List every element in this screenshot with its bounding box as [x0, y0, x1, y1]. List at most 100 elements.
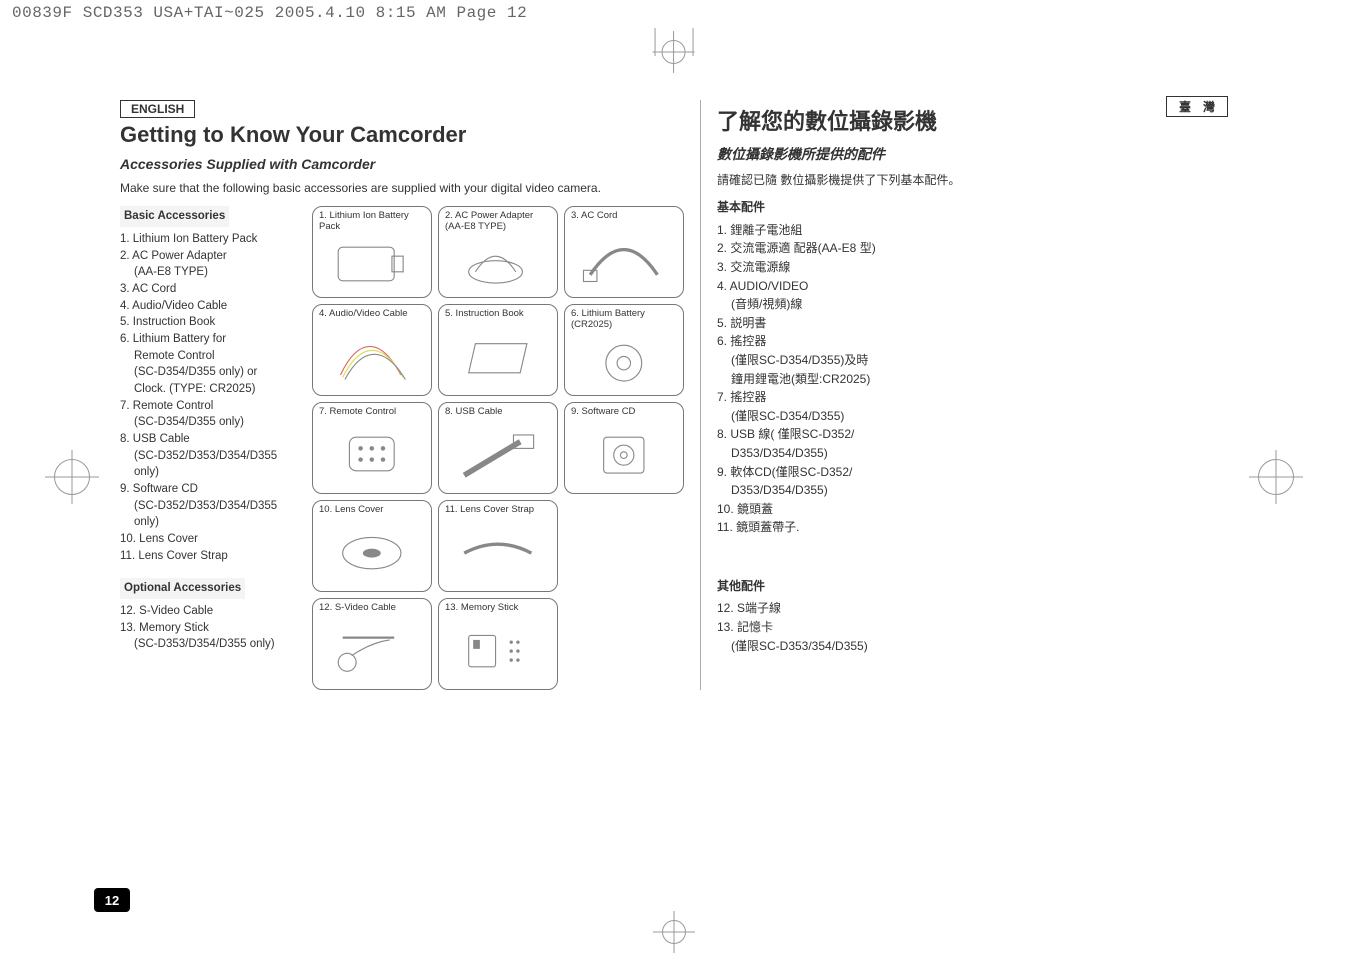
- list-item: 10. 鏡頭蓋: [717, 500, 1228, 519]
- list-item: (SC-D354/D355 only): [120, 414, 300, 431]
- thumb-illustration: [319, 234, 425, 293]
- title-taiwan: 了解您的數位攝錄影機: [717, 104, 1228, 136]
- thumb-illustration: [319, 322, 425, 392]
- accessory-thumb: 4. Audio/Video Cable: [312, 304, 432, 396]
- thumb-caption: 3. AC Cord: [571, 211, 677, 221]
- lead-english: Make sure that the following basic acces…: [120, 180, 684, 196]
- accessory-thumb: 11. Lens Cover Strap: [438, 500, 558, 592]
- subtitle-english: Accessories Supplied with Camcorder: [120, 154, 684, 174]
- list-item: only): [120, 464, 300, 481]
- thumb-caption: 11. Lens Cover Strap: [445, 505, 551, 515]
- list-item: 4. AUDIO/VIDEO: [717, 277, 1228, 296]
- list-item: (SC-D352/D353/D354/D355: [120, 448, 300, 465]
- thumb-illustration: [571, 332, 677, 391]
- list-item: (SC-D354/D355 only) or: [120, 364, 300, 381]
- list-item: 12. S-Video Cable: [120, 603, 300, 620]
- crop-mark-bottom: [662, 920, 686, 944]
- list-item: Remote Control: [120, 348, 300, 365]
- accessory-thumb: 1. Lithium Ion Battery Pack: [312, 206, 432, 298]
- list-item: 10. Lens Cover: [120, 531, 300, 548]
- imposition-line: 00839F SCD353 USA+TAI~025 2005.4.10 8:15…: [0, 0, 1348, 26]
- list-item: 1. 鋰離子電池組: [717, 221, 1228, 240]
- thumb-caption: 9. Software CD: [571, 407, 677, 417]
- list-item: (僅限SC-D353/354/D355): [717, 637, 1228, 656]
- content-area: ENGLISH Getting to Know Your Camcorder A…: [120, 100, 1228, 894]
- accessory-thumb: 6. Lithium Battery (CR2025): [564, 304, 684, 396]
- list-item: 2. AC Power Adapter: [120, 248, 300, 265]
- thumb-illustration: [445, 234, 551, 293]
- list-item: 7. 搖控器: [717, 388, 1228, 407]
- thumb-caption: 13. Memory Stick: [445, 603, 551, 613]
- list-item: (AA-E8 TYPE): [120, 264, 300, 281]
- accessory-thumb: 5. Instruction Book: [438, 304, 558, 396]
- basic-accessories-list-zh: 基本配件 1. 鋰離子電池組2. 交流電源適 配器(AA-E8 型)3. 交流電…: [717, 198, 1228, 655]
- lead-taiwan: 請確認已隨 數位攝影機提供了下列基本配件。: [717, 172, 1228, 188]
- thumb-illustration: [571, 420, 677, 490]
- title-english: Getting to Know Your Camcorder: [120, 122, 684, 148]
- registration-mark-right: [1258, 459, 1294, 495]
- list-item: 12. S端子線: [717, 599, 1228, 618]
- list-item: D353/D354/D355): [717, 444, 1228, 463]
- list-item: 4. Audio/Video Cable: [120, 298, 300, 315]
- optional-heading-en: Optional Accessories: [120, 578, 245, 599]
- list-item: (僅限SC-D354/D355): [717, 407, 1228, 426]
- list-item: Clock. (TYPE: CR2025): [120, 381, 300, 398]
- list-item: 8. USB 線( 僅限SC-D352/: [717, 425, 1228, 444]
- list-item: D353/D354/D355): [717, 481, 1228, 500]
- list-item: 7. Remote Control: [120, 398, 300, 415]
- accessory-thumb: 10. Lens Cover: [312, 500, 432, 592]
- thumb-illustration: [445, 518, 551, 588]
- thumb-illustration: [319, 420, 425, 490]
- list-item: (僅限SC-D354/D355)及時: [717, 351, 1228, 370]
- list-item: 3. AC Cord: [120, 281, 300, 298]
- list-item: 11. 鏡頭蓋帶子.: [717, 518, 1228, 537]
- thumb-illustration: [319, 518, 425, 588]
- thumb-caption: 8. USB Cable: [445, 407, 551, 417]
- thumb-illustration: [445, 616, 551, 686]
- accessory-thumb: 3. AC Cord: [564, 206, 684, 298]
- accessory-thumb: 9. Software CD: [564, 402, 684, 494]
- manual-page: 00839F SCD353 USA+TAI~025 2005.4.10 8:15…: [0, 0, 1348, 954]
- basic-heading-en: Basic Accessories: [120, 206, 229, 227]
- accessory-thumbnails: 1. Lithium Ion Battery Pack 2. AC Power A…: [312, 206, 684, 690]
- basic-accessories-list-en: Basic Accessories 1. Lithium Ion Battery…: [120, 206, 300, 653]
- list-item: 6. 搖控器: [717, 332, 1228, 351]
- list-item: 9. Software CD: [120, 481, 300, 498]
- thumb-caption: 2. AC Power Adapter (AA-E8 TYPE): [445, 211, 551, 232]
- list-item: 9. 軟体CD(僅限SC-D352/: [717, 463, 1228, 482]
- accessory-thumb: 12. S-Video Cable: [312, 598, 432, 690]
- subtitle-taiwan: 數位攝錄影機所提供的配件: [717, 142, 1228, 166]
- list-item: only): [120, 514, 300, 531]
- thumb-illustration: [571, 224, 677, 294]
- thumb-caption: 4. Audio/Video Cable: [319, 309, 425, 319]
- list-item: (SC-D353/D354/D355 only): [120, 636, 300, 653]
- list-item: 3. 交流電源線: [717, 258, 1228, 277]
- registration-mark-left: [54, 459, 90, 495]
- list-item: 6. Lithium Battery for: [120, 331, 300, 348]
- thumb-caption: 6. Lithium Battery (CR2025): [571, 309, 677, 330]
- list-item: (音頻/視頻)線: [717, 295, 1228, 314]
- thumb-caption: 12. S-Video Cable: [319, 603, 425, 613]
- thumb-caption: 10. Lens Cover: [319, 505, 425, 515]
- accessory-thumb: 2. AC Power Adapter (AA-E8 TYPE): [438, 206, 558, 298]
- lang-badge-english: ENGLISH: [120, 100, 195, 118]
- lang-badge-taiwan: 臺灣: [1166, 96, 1228, 117]
- list-item: 8. USB Cable: [120, 431, 300, 448]
- accessory-thumb: 7. Remote Control: [312, 402, 432, 494]
- list-item: 1. Lithium Ion Battery Pack: [120, 231, 300, 248]
- optional-heading-zh: 其他配件: [717, 577, 1228, 596]
- list-item: 2. 交流電源適 配器(AA-E8 型): [717, 239, 1228, 258]
- basic-heading-zh: 基本配件: [717, 198, 1228, 217]
- column-english: ENGLISH Getting to Know Your Camcorder A…: [120, 100, 701, 690]
- thumb-caption: 7. Remote Control: [319, 407, 425, 417]
- crop-mark-top: [653, 28, 696, 64]
- list-item: 13. Memory Stick: [120, 620, 300, 637]
- thumb-illustration: [445, 322, 551, 392]
- list-item: 5. Instruction Book: [120, 314, 300, 331]
- page-number-badge: 12: [94, 888, 130, 912]
- list-item: 13. 記憶卡: [717, 618, 1228, 637]
- list-item: (SC-D352/D353/D354/D355: [120, 498, 300, 515]
- column-taiwan: 臺灣 了解您的數位攝錄影機 數位攝錄影機所提供的配件 請確認已隨 數位攝影機提供…: [701, 100, 1228, 690]
- thumb-caption: 1. Lithium Ion Battery Pack: [319, 211, 425, 232]
- accessory-thumb: 13. Memory Stick: [438, 598, 558, 690]
